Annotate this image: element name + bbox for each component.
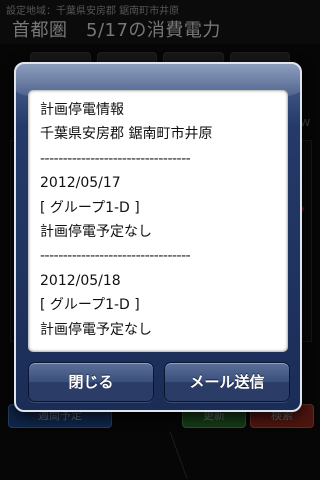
separator-line: --------------------------------- (40, 342, 278, 352)
message-line: [ グループ1-D ] (40, 199, 140, 216)
message-line: 計画停電予定なし (40, 321, 152, 338)
outage-info-alert: 計画停電情報千葉県安房郡 鋸南町市井原 ---------------------… (14, 62, 302, 412)
close-button[interactable]: 閉じる (28, 362, 154, 402)
message-line: 2012/05/18 (40, 272, 121, 289)
message-line: [ グループ1-D ] (40, 297, 140, 314)
alert-message-scroll[interactable]: 計画停電情報千葉県安房郡 鋸南町市井原 ---------------------… (28, 90, 288, 352)
message-line: 千葉県安房郡 鋸南町市井原 (40, 126, 213, 143)
separator-line: --------------------------------- (40, 150, 191, 167)
message-line: 計画停電情報 (40, 102, 124, 118)
separator-line: --------------------------------- (40, 248, 191, 265)
message-line: 計画停電予定なし (40, 224, 152, 241)
alert-message: 計画停電情報千葉県安房郡 鋸南町市井原 ---------------------… (28, 90, 288, 352)
send-mail-button[interactable]: メール送信 (164, 362, 290, 402)
message-line: 2012/05/17 (40, 175, 121, 192)
